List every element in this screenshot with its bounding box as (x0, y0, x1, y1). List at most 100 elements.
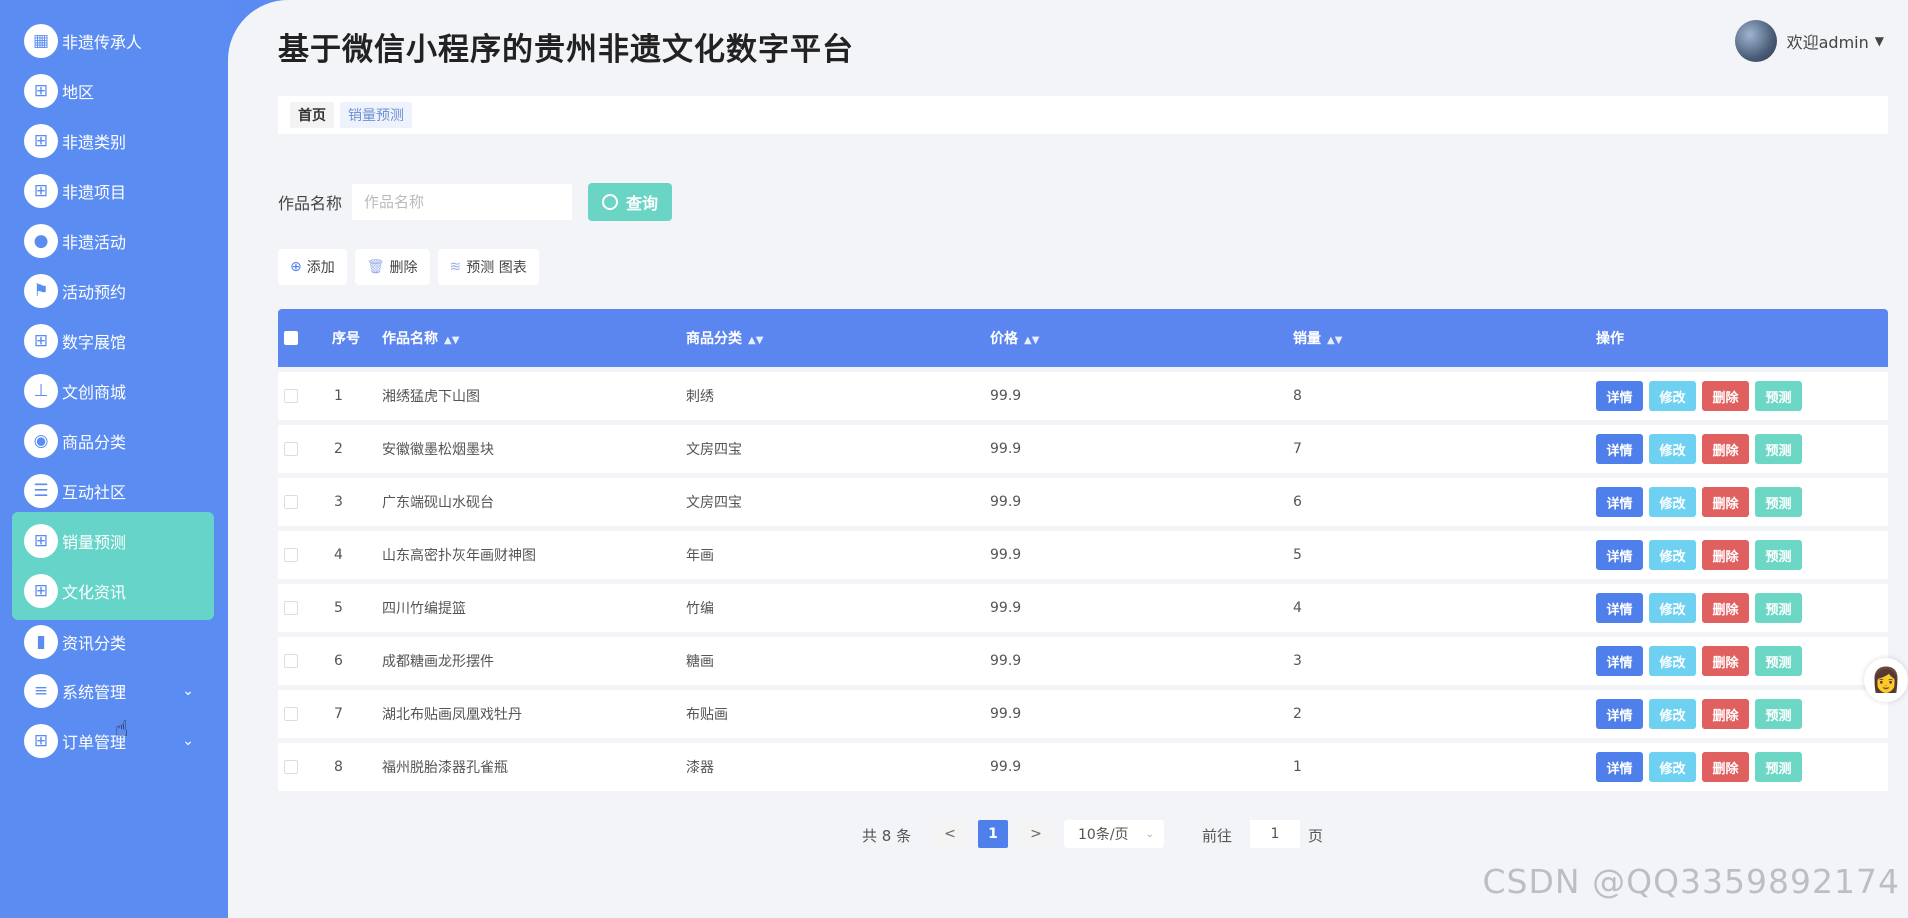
row-checkbox[interactable] (284, 760, 298, 774)
predict-button[interactable]: 预测 (1755, 699, 1802, 729)
row-category: 布贴画 (686, 707, 728, 723)
predict-button[interactable]: 预测 (1755, 434, 1802, 464)
plus-circle-icon: ⊕ (290, 259, 302, 275)
prev-page-button[interactable]: < (932, 820, 968, 848)
delete-button[interactable]: 🗑 删除 (354, 249, 430, 285)
pagination-total: 共 8 条 (862, 827, 912, 845)
row-checkbox[interactable] (284, 389, 298, 403)
apps-icon: ⊞ (24, 524, 58, 558)
page-number[interactable]: 1 (978, 820, 1008, 848)
sort-icon[interactable]: ▲▼ (748, 335, 763, 346)
col-name-label: 作品名称 (382, 331, 438, 347)
main-panel: 基于微信小程序的贵州非遗文化数字平台 欢迎admin ▼ 首页 销量预测 作品名… (228, 0, 1908, 918)
apps-icon: ⊞ (24, 574, 58, 608)
detail-button[interactable]: 详情 (1596, 593, 1643, 623)
detail-button[interactable]: 详情 (1596, 699, 1643, 729)
table-row: 2 安徽徽墨松烟墨块 文房四宝 99.9 7 详情 修改 删除 预测 (278, 425, 1888, 473)
predict-button[interactable]: 预测 (1755, 381, 1802, 411)
detail-button[interactable]: 详情 (1596, 646, 1643, 676)
page-title: 基于微信小程序的贵州非遗文化数字平台 (278, 32, 854, 68)
col-category[interactable]: 商品分类 ▲▼ (686, 328, 763, 348)
table-row: 8 福州脱胎漆器孔雀瓶 漆器 99.9 1 详情 修改 删除 预测 (278, 743, 1888, 791)
col-price-label: 价格 (990, 331, 1018, 347)
delete-row-button[interactable]: 删除 (1702, 381, 1749, 411)
bar-chart-icon: ▮ (24, 625, 58, 659)
row-no: 3 (334, 494, 343, 510)
predict-chart-button[interactable]: ≋ 预测 图表 (437, 249, 539, 285)
predict-button[interactable]: 预测 (1755, 752, 1802, 782)
row-no: 4 (334, 547, 343, 563)
edit-button[interactable]: 修改 (1649, 593, 1696, 623)
goto-label: 前往 (1202, 827, 1233, 845)
row-actions: 详情 修改 删除 预测 (1596, 381, 1808, 411)
delete-row-button[interactable]: 删除 (1702, 487, 1749, 517)
delete-row-button[interactable]: 删除 (1702, 646, 1749, 676)
search-input[interactable] (352, 184, 573, 220)
detail-button[interactable]: 详情 (1596, 434, 1643, 464)
query-button[interactable]: 查询 (588, 183, 673, 221)
toolbar: ⊕ 添加 🗑 删除 ≋ 预测 图表 (278, 249, 547, 285)
col-name[interactable]: 作品名称 ▲▼ (382, 328, 459, 348)
search-bar: 作品名称 查询 (278, 183, 673, 221)
sort-icon[interactable]: ▲▼ (444, 335, 459, 346)
row-checkbox[interactable] (284, 707, 298, 721)
col-price[interactable]: 价格 ▲▼ (990, 328, 1039, 348)
sidebar-item-label: 商品分类 (62, 433, 127, 452)
delete-row-button[interactable]: 删除 (1702, 752, 1749, 782)
data-table: 序号 作品名称 ▲▼ 商品分类 ▲▼ 价格 ▲▼ 销量 ▲▼ 操作 1 湘绣猛虎下山图 刺绣… (278, 309, 1888, 791)
edit-button[interactable]: 修改 (1649, 434, 1696, 464)
caret-down-icon[interactable]: ▼ (1875, 34, 1884, 48)
cursor-hand-icon: ☝ (115, 717, 129, 742)
predict-chart-label: 预测 图表 (466, 260, 527, 276)
row-checkbox[interactable] (284, 548, 298, 562)
predict-button[interactable]: 预测 (1755, 540, 1802, 570)
sidebar-item[interactable]: ⊞ 订单管理 ⌄ (12, 712, 214, 770)
breadcrumb-home[interactable]: 首页 (290, 102, 334, 128)
add-button[interactable]: ⊕ 添加 (278, 249, 347, 285)
page-suffix: 页 (1308, 827, 1324, 845)
row-checkbox[interactable] (284, 495, 298, 509)
edit-button[interactable]: 修改 (1649, 381, 1696, 411)
next-page-button[interactable]: > (1018, 820, 1054, 848)
row-checkbox[interactable] (284, 442, 298, 456)
row-name: 福州脱胎漆器孔雀瓶 (382, 760, 508, 776)
pagination: 共 8 条 < 1 > 10条/页 ⌄ 前往 页 (228, 820, 1908, 850)
predict-button[interactable]: 预测 (1755, 487, 1802, 517)
sidebar-item[interactable]: ⊞ 文化资讯 (12, 562, 214, 620)
assistant-avatar-icon[interactable]: 👩 (1864, 658, 1908, 702)
delete-row-button[interactable]: 删除 (1702, 699, 1749, 729)
user-menu[interactable]: 欢迎admin ▼ (1734, 20, 1884, 62)
sort-icon[interactable]: ▲▼ (1024, 335, 1039, 346)
row-actions: 详情 修改 删除 预测 (1596, 593, 1808, 623)
page-size-select[interactable]: 10条/页 ⌄ (1064, 820, 1164, 848)
delete-row-button[interactable]: 删除 (1702, 434, 1749, 464)
edit-button[interactable]: 修改 (1649, 646, 1696, 676)
edit-button[interactable]: 修改 (1649, 699, 1696, 729)
predict-button[interactable]: 预测 (1755, 646, 1802, 676)
avatar[interactable] (1734, 20, 1777, 62)
edit-button[interactable]: 修改 (1649, 487, 1696, 517)
predict-button[interactable]: 预测 (1755, 593, 1802, 623)
user-greeting[interactable]: 欢迎admin (1787, 29, 1869, 53)
sidebar-item-label: 互动社区 (62, 483, 127, 502)
delete-row-button[interactable]: 删除 (1702, 593, 1749, 623)
select-all-checkbox[interactable] (284, 331, 298, 345)
detail-button[interactable]: 详情 (1596, 752, 1643, 782)
breadcrumb-current: 销量预测 (340, 102, 412, 128)
row-checkbox[interactable] (284, 601, 298, 615)
col-sales[interactable]: 销量 ▲▼ (1293, 328, 1342, 348)
delete-row-button[interactable]: 删除 (1702, 540, 1749, 570)
goto-page-input[interactable] (1250, 820, 1300, 848)
detail-button[interactable]: 详情 (1596, 381, 1643, 411)
edit-button[interactable]: 修改 (1649, 752, 1696, 782)
row-price: 99.9 (990, 706, 1022, 722)
detail-button[interactable]: 详情 (1596, 487, 1643, 517)
table-header: 序号 作品名称 ▲▼ 商品分类 ▲▼ 价格 ▲▼ 销量 ▲▼ 操作 (278, 309, 1888, 367)
row-checkbox[interactable] (284, 654, 298, 668)
sidebar: ▦ 非遗传承人 ⊞ 地区 ⊞ 非遗类别 ⊞ 非遗项目 ● 非遗活动 ⚑ 活动预约 ⊞ 数字展馆 ⊥ 文创商城 ◉… (0, 0, 230, 918)
edit-button[interactable]: 修改 (1649, 540, 1696, 570)
sidebar-item-label: 文化资讯 (62, 583, 127, 602)
sort-icon[interactable]: ▲▼ (1327, 335, 1342, 346)
row-sales: 8 (1293, 388, 1302, 404)
detail-button[interactable]: 详情 (1596, 540, 1643, 570)
